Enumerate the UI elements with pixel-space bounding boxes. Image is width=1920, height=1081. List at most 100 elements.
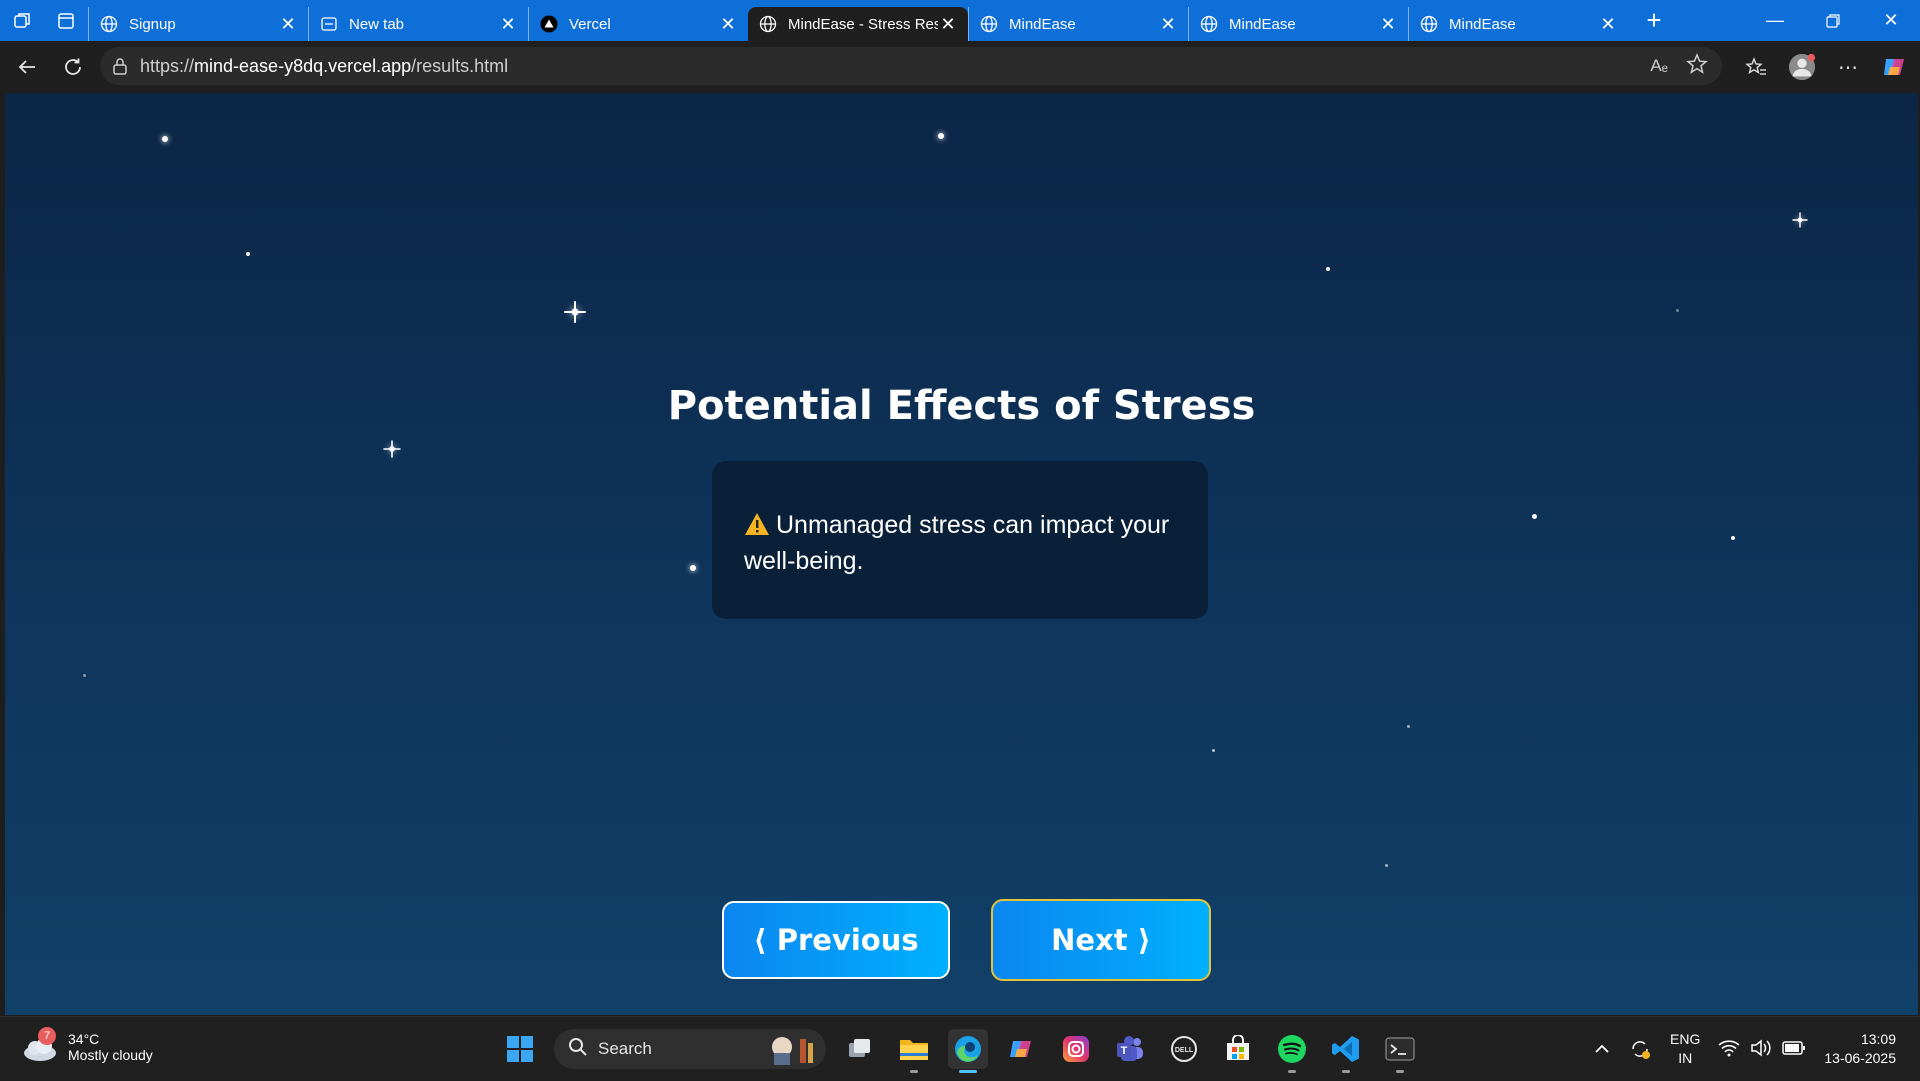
star (246, 252, 250, 256)
microsoft-store-icon[interactable] (1218, 1029, 1258, 1069)
search-highlight-icon (764, 1033, 816, 1070)
tab-title: MindEase (1009, 15, 1076, 33)
globe-icon (1419, 14, 1439, 34)
effects-card: Unmanaged stress can impact your well-be… (712, 461, 1208, 619)
close-tab-icon[interactable]: ✕ (498, 14, 518, 35)
read-aloud-icon[interactable]: Aₑ (1650, 56, 1668, 76)
newtab-icon (319, 14, 339, 34)
terminal-icon[interactable] (1380, 1029, 1420, 1073)
tab-title: New tab (349, 15, 405, 33)
volume-icon (1750, 1038, 1772, 1060)
tab-signup[interactable]: Signup ✕ (88, 7, 308, 41)
clock-time: 13:09 (1860, 1031, 1896, 1047)
tab-mindease-results[interactable]: MindEase - Stress Res ✕ (748, 7, 968, 41)
warning-icon (744, 512, 770, 545)
vercel-icon (539, 14, 559, 34)
language-indicator[interactable]: ENG IN (1670, 1030, 1700, 1068)
star (1407, 725, 1410, 728)
file-explorer-icon[interactable] (894, 1029, 934, 1073)
tab-mindease[interactable]: MindEase ✕ (1188, 7, 1408, 41)
browser-toolbar: ⋯ (1742, 41, 1908, 93)
tab-title: MindEase (1229, 15, 1296, 33)
previous-button[interactable]: ⟨ Previous (722, 901, 950, 979)
more-options-icon[interactable]: ⋯ (1834, 53, 1862, 81)
dell-icon[interactable]: DELL (1164, 1029, 1204, 1069)
favorites-icon[interactable] (1742, 53, 1770, 81)
address-bar-row: https://mind-ease-y8dq.vercel.app/result… (0, 41, 1920, 93)
copilot-app-icon[interactable] (1002, 1029, 1042, 1069)
battery-icon (1782, 1040, 1806, 1059)
page-title: Potential Effects of Stress (667, 383, 1256, 429)
next-button[interactable]: Next ⟩ (991, 899, 1211, 981)
lock-icon[interactable] (112, 57, 140, 75)
running-indicator (910, 1070, 918, 1073)
search-label: Search (598, 1039, 652, 1058)
close-tab-icon[interactable]: ✕ (718, 14, 738, 35)
tab-title: MindEase (1449, 15, 1516, 33)
copilot-icon[interactable] (1880, 53, 1908, 81)
url-field[interactable]: https://mind-ease-y8dq.vercel.app/result… (100, 47, 1722, 85)
tab-title: Signup (129, 15, 176, 33)
workspaces-icon[interactable] (0, 0, 44, 41)
close-tab-icon[interactable]: ✕ (1158, 14, 1178, 35)
system-tray: ENG IN 13:09 13-06-2025 (1594, 1017, 1920, 1081)
star (162, 136, 168, 142)
svg-text:T: T (1121, 1045, 1128, 1057)
star (690, 565, 696, 571)
chevron-up-icon[interactable] (1594, 1043, 1610, 1055)
globe-icon (1199, 14, 1219, 34)
taskbar-apps: Search T DELL (500, 1027, 1420, 1073)
running-indicator (1342, 1070, 1350, 1073)
running-indicator (1288, 1070, 1296, 1073)
globe-icon (979, 14, 999, 34)
weather-widget[interactable]: 7 34°C Mostly cloudy (20, 1027, 153, 1065)
weather-temp: 34°C (68, 1031, 100, 1047)
instagram-icon[interactable] (1056, 1029, 1096, 1069)
clock[interactable]: 13:09 13-06-2025 (1824, 1030, 1896, 1068)
spotify-icon[interactable] (1272, 1029, 1312, 1073)
tab-mindease[interactable]: MindEase ✕ (968, 7, 1188, 41)
lang-bottom: IN (1678, 1050, 1693, 1066)
minimize-icon[interactable]: — (1746, 0, 1804, 41)
refresh-icon[interactable] (50, 47, 96, 87)
sync-icon[interactable] (1628, 1037, 1652, 1061)
wifi-icon (1718, 1039, 1740, 1060)
tab-actions-icon[interactable] (44, 0, 88, 41)
star (1731, 536, 1735, 540)
tab-title: MindEase - Stress Res (788, 15, 938, 33)
task-view-icon[interactable] (840, 1029, 880, 1069)
star (1212, 749, 1215, 752)
favorite-star-icon[interactable] (1686, 52, 1708, 80)
quick-settings[interactable] (1718, 1038, 1806, 1060)
tab-mindease[interactable]: MindEase ✕ (1408, 7, 1628, 41)
tab-bar: Signup ✕ New tab ✕ Vercel ✕ MindEase - S… (0, 0, 1920, 41)
close-tab-icon[interactable]: ✕ (1598, 14, 1618, 35)
close-window-icon[interactable]: ✕ (1862, 0, 1920, 41)
vscode-icon[interactable] (1326, 1029, 1366, 1073)
tab-new-tab[interactable]: New tab ✕ (308, 7, 528, 41)
window-controls: — ✕ (1746, 0, 1920, 41)
weather-desc: Mostly cloudy (68, 1047, 153, 1063)
tab-vercel[interactable]: Vercel ✕ (528, 7, 748, 41)
restore-icon[interactable] (1804, 0, 1862, 41)
teams-icon[interactable]: T (1110, 1029, 1150, 1069)
running-indicator (959, 1070, 977, 1073)
tab-title: Vercel (569, 15, 611, 33)
clock-date: 13-06-2025 (1824, 1050, 1896, 1066)
star (1676, 309, 1679, 312)
url-path: /results.html (411, 55, 509, 76)
close-tab-icon[interactable]: ✕ (278, 14, 298, 35)
url-prefix: https:// (140, 55, 195, 76)
sparkle-star (564, 301, 586, 323)
taskbar: 7 34°C Mostly cloudy Search T DELL ENG I… (0, 1016, 1920, 1080)
sparkle-star (1792, 212, 1807, 227)
url-host: mind-ease-y8dq.vercel.app (194, 55, 412, 76)
new-tab-button[interactable]: + (1634, 5, 1674, 36)
back-arrow-icon[interactable] (4, 47, 50, 87)
windows-start-icon[interactable] (500, 1029, 540, 1069)
taskbar-search[interactable]: Search (554, 1029, 826, 1069)
edge-browser-icon[interactable] (948, 1029, 988, 1073)
close-tab-icon[interactable]: ✕ (938, 14, 958, 35)
profile-avatar[interactable] (1788, 53, 1816, 81)
close-tab-icon[interactable]: ✕ (1378, 14, 1398, 35)
